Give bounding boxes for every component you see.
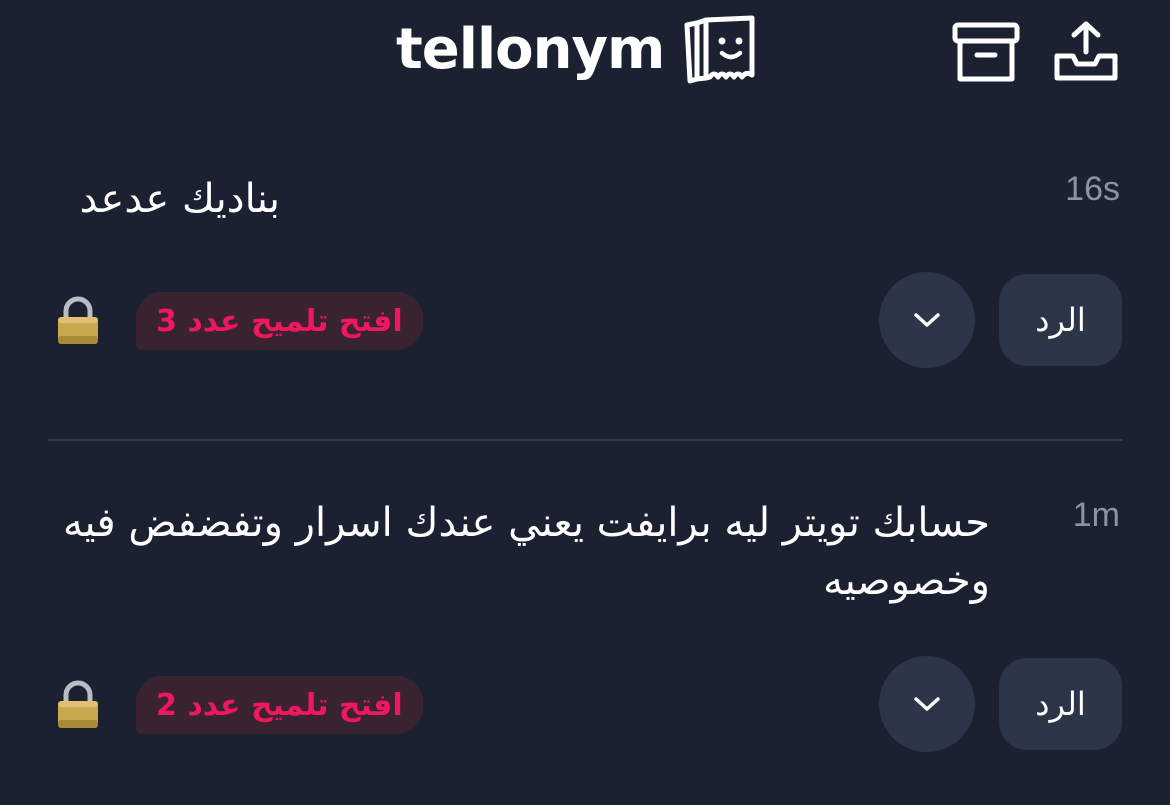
tell-time: 1m [1072,496,1120,534]
chevron-down-icon [914,697,940,711]
tell-item: بناديك عدعد 16s افتح تلميح عدد 3 الرد [0,150,1170,440]
feed-divider [48,439,1122,441]
tell-text: حسابك تويتر ليه برايفت يعني عندك اسرار و… [62,500,990,604]
chevron-down-icon [914,313,940,327]
reply-button[interactable]: الرد [999,274,1122,366]
tellonym-logo: tellonym [396,10,758,90]
paper-face-icon [684,15,755,84]
lock-icon [58,296,98,344]
share-upload-icon [1054,21,1118,81]
reply-button[interactable]: الرد [999,658,1122,750]
logo-text: tellonym [396,17,665,82]
tellonym-inbox-screen: tellonym بناديك عدعد 16s افتح تلميح عدد … [0,0,1170,805]
unlock-hint-button[interactable]: افتح تلميح عدد 2 [136,676,423,734]
archive-box-icon [952,22,1020,82]
app-header: tellonym [0,0,1170,100]
unlock-hint-button[interactable]: افتح تلميح عدد 3 [136,292,423,350]
share-button[interactable] [1050,16,1122,88]
more-options-button[interactable] [879,656,975,752]
tell-time: 16s [1065,170,1120,208]
lock-icon [58,680,98,728]
more-options-button[interactable] [879,272,975,368]
tell-item: حسابك تويتر ليه برايفت يعني عندك اسرار و… [0,442,1170,805]
archive-button[interactable] [950,16,1022,88]
tell-text: بناديك عدعد [79,176,281,222]
